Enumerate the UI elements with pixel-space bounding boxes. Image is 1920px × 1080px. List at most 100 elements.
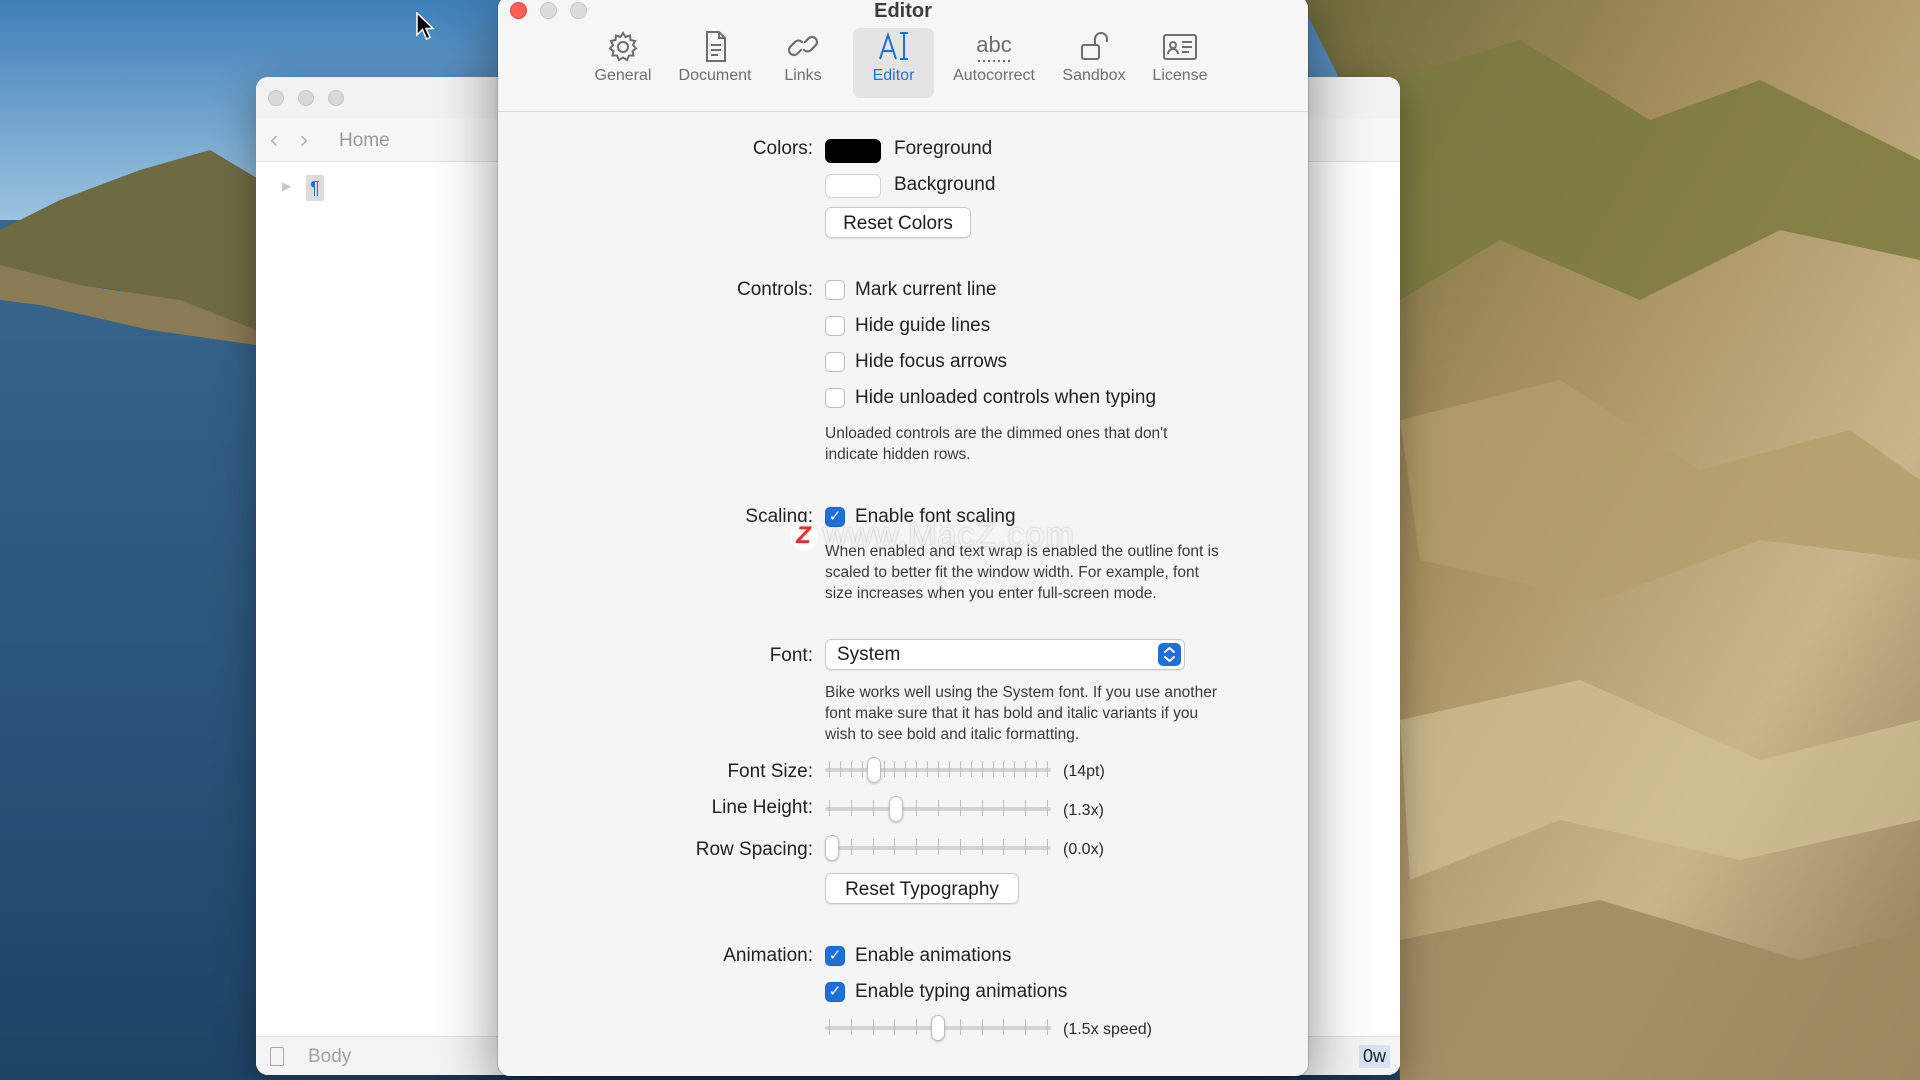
hide-guide-lines-checkbox[interactable] [825, 316, 845, 336]
slider-tick [872, 839, 874, 855]
help-line: size increases when you enter full-scree… [825, 585, 1157, 602]
slider-tick [1025, 761, 1027, 777]
mark-current-line-checkbox[interactable] [825, 280, 845, 300]
gear-icon [608, 31, 638, 62]
mark-current-line-label[interactable]: Mark current line [855, 279, 997, 301]
slider-tick [959, 839, 961, 855]
controls-label: Controls: [736, 279, 813, 300]
foreground-color-well[interactable] [825, 139, 881, 163]
document-status-icon[interactable] [270, 1047, 284, 1066]
breadcrumb[interactable]: Home [339, 130, 390, 152]
outline-minimize-button[interactable] [298, 90, 314, 106]
animation-speed-slider[interactable] [825, 1014, 1051, 1042]
slider-tick [1025, 800, 1027, 816]
reset-colors-button[interactable]: Reset Colors [825, 207, 971, 238]
slider-tick [1003, 800, 1005, 816]
font-select[interactable]: System [825, 639, 1185, 670]
slider-knob[interactable] [867, 757, 882, 783]
hide-unloaded-controls-checkbox[interactable] [825, 388, 845, 408]
slider-tick [981, 761, 983, 777]
tab-license[interactable]: License [1144, 28, 1216, 98]
watermark-text: www.MacZ.com [823, 516, 1075, 554]
slider-tick [1014, 761, 1016, 777]
help-line: font make sure that it has bold and ital… [825, 705, 1199, 722]
slider-tick [992, 761, 994, 777]
hide-focus-arrows-label[interactable]: Hide focus arrows [855, 351, 1007, 373]
reset-typography-button[interactable]: Reset Typography [825, 873, 1019, 904]
row-spacing-value: (0.0x) [1063, 841, 1104, 858]
text-cursor-icon [878, 31, 908, 60]
tab-general[interactable]: General [586, 28, 660, 98]
colors-label: Colors: [752, 138, 813, 159]
slider-tick [894, 761, 896, 777]
slider-tick [883, 761, 885, 777]
slider-tick [916, 839, 918, 855]
watermark-logo: Z [790, 522, 818, 550]
font-help-text: Bike works well using the System font. I… [825, 682, 1295, 745]
slider-knob[interactable] [888, 796, 903, 822]
slider-tick [1047, 761, 1048, 777]
line-height-label: Line Height: [711, 797, 813, 818]
line-height-slider[interactable] [825, 795, 1051, 823]
slider-tick [1003, 839, 1005, 855]
slider-tick [839, 761, 841, 777]
help-line: Bike works well using the System font. I… [825, 684, 1217, 701]
font-size-slider[interactable] [825, 756, 1051, 784]
line-height-value: (1.3x) [1063, 802, 1104, 819]
slider-tick [1047, 800, 1048, 816]
tab-sandbox[interactable]: Sandbox [1054, 28, 1134, 98]
svg-text:abc: abc [976, 32, 1011, 57]
tab-label: Links [784, 67, 822, 84]
outline-zoom-button[interactable] [328, 90, 344, 106]
slider-tick [1025, 839, 1027, 855]
slider-tick [1047, 1019, 1048, 1035]
slider-tick [938, 839, 939, 855]
slider-tick [981, 800, 983, 816]
animation-label: Animation: [723, 945, 813, 966]
unlock-icon [1081, 32, 1108, 60]
slider-tick [959, 800, 961, 816]
tab-autocorrect[interactable]: abc Autocorrect [944, 28, 1044, 98]
tab-editor[interactable]: Editor [853, 28, 934, 98]
slider-tick [959, 1019, 961, 1035]
forward-arrow-icon[interactable]: › [300, 126, 308, 154]
font-size-label: Font Size: [727, 761, 813, 782]
background-color-well[interactable] [825, 174, 881, 198]
preferences-toolbar: Editor General Document Links Editor abc… [498, 0, 1308, 112]
row-style-label[interactable]: Body [308, 1046, 351, 1068]
help-line: wish to see bold and italic formatting. [825, 726, 1080, 743]
id-card-icon [1163, 34, 1197, 60]
font-select-value: System [837, 644, 901, 665]
font-label: Font: [769, 645, 813, 666]
slider-tick [894, 839, 896, 855]
abc-icon: abc [976, 32, 1012, 62]
tab-links[interactable]: Links [773, 28, 833, 98]
enable-typing-animations-checkbox[interactable]: ✓ [825, 982, 845, 1002]
back-arrow-icon[interactable]: ‹ [270, 126, 278, 154]
mouse-pointer-icon [416, 12, 435, 40]
word-count: 0w [1358, 1045, 1390, 1068]
enable-typing-animations-label[interactable]: Enable typing animations [855, 981, 1067, 1003]
background-label: Background [894, 174, 996, 195]
row-spacing-label: Row Spacing: [695, 839, 813, 860]
slider-tick [829, 761, 830, 777]
row-pilcrow[interactable]: ¶ [306, 175, 324, 201]
enable-animations-checkbox[interactable]: ✓ [825, 946, 845, 966]
slider-tick [938, 800, 939, 816]
animation-speed-value: (1.5x speed) [1063, 1021, 1152, 1038]
window-title: Editor [874, 0, 932, 22]
controls-help-text: Unloaded controls are the dimmed ones th… [825, 423, 1285, 465]
outline-close-button[interactable] [268, 90, 284, 106]
disclosure-triangle-icon[interactable]: ▶ [282, 179, 291, 193]
tab-document[interactable]: Document [670, 28, 760, 98]
help-line: indicate hidden rows. [825, 446, 971, 463]
hide-unloaded-controls-label[interactable]: Hide unloaded controls when typing [855, 387, 1156, 409]
enable-animations-label[interactable]: Enable animations [855, 945, 1011, 967]
slider-knob[interactable] [931, 1015, 945, 1041]
row-spacing-slider[interactable] [825, 834, 1051, 862]
hide-guide-lines-label[interactable]: Hide guide lines [855, 315, 990, 337]
slider-knob[interactable] [825, 835, 839, 861]
slider-tick [1047, 839, 1048, 855]
help-line: scaled to better fit the window width. F… [825, 564, 1199, 581]
hide-focus-arrows-checkbox[interactable] [825, 352, 845, 372]
